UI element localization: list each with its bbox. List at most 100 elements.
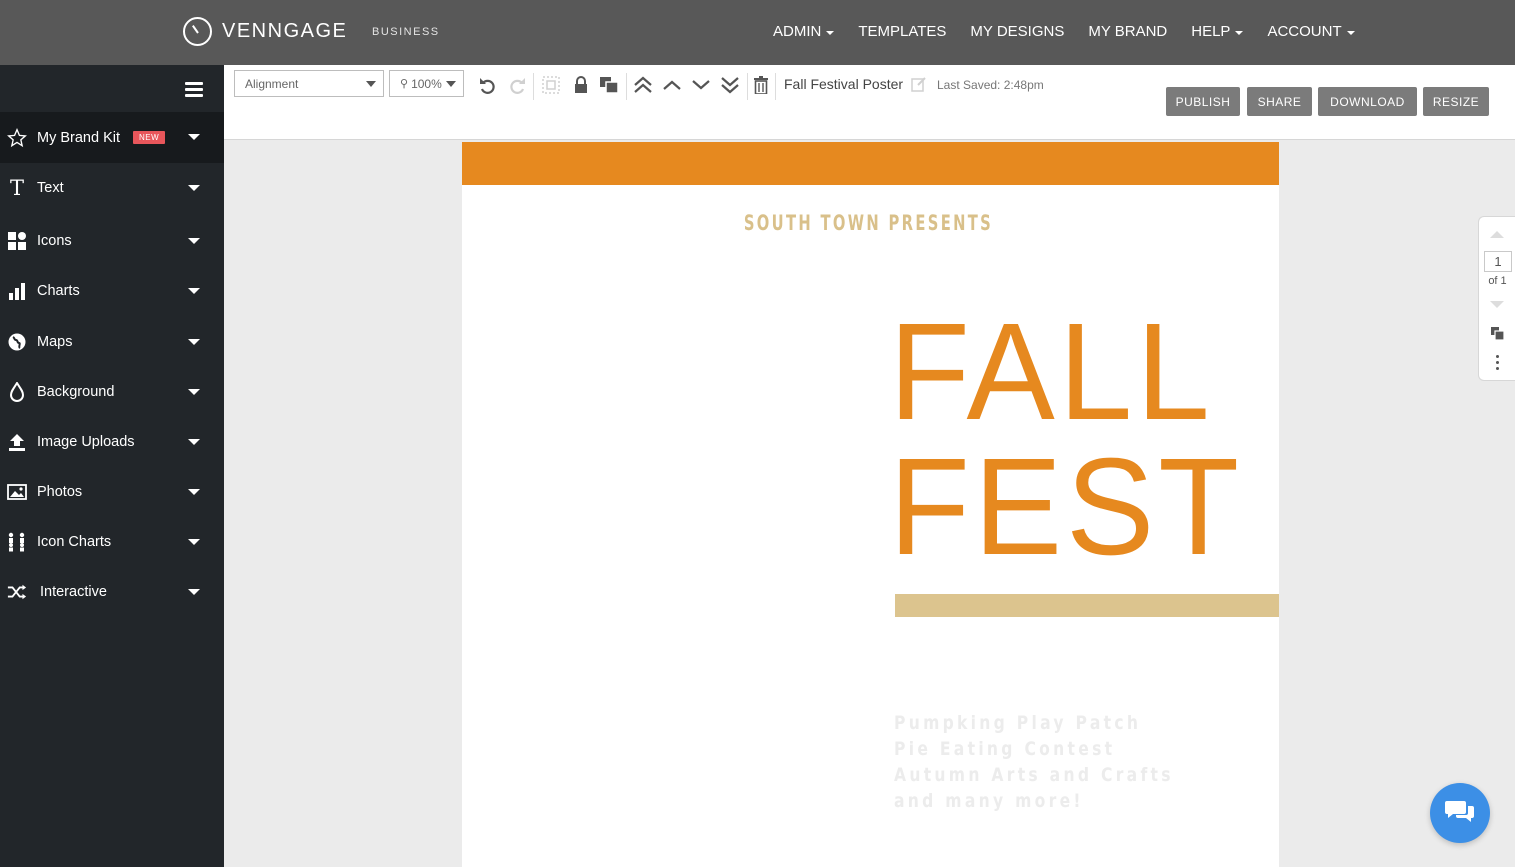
sidebar-item-label: My Brand Kit [37, 129, 120, 146]
event-item: Autumn Arts and Crafts [894, 764, 1174, 786]
lock-icon[interactable] [570, 74, 592, 96]
chevron-down-icon [1235, 30, 1244, 35]
chat-support-button[interactable] [1430, 783, 1490, 843]
last-saved-status: Last Saved: 2:48pm [937, 78, 1044, 92]
nav-help[interactable]: HELP [1191, 23, 1244, 40]
nav-templates[interactable]: TEMPLATES [858, 23, 946, 40]
shuffle-icon [7, 582, 27, 602]
page-total-label: of 1 [1488, 275, 1507, 287]
download-button[interactable]: DOWNLOAD [1318, 87, 1417, 116]
sidebar-item-background[interactable]: Background [0, 367, 224, 417]
page-up-icon[interactable] [1490, 231, 1504, 238]
publish-button[interactable]: PUBLISH [1166, 87, 1240, 116]
chevron-down-icon [188, 439, 200, 445]
nav-my-designs[interactable]: MY DESIGNS [970, 23, 1064, 40]
chevron-down-icon [188, 288, 200, 294]
poster-events-list[interactable]: Pumpking Play Patch Pie Eating Contest A… [894, 710, 1174, 814]
chevron-down-icon [826, 30, 835, 35]
chevron-down-icon [188, 238, 200, 244]
sidebar-item-icon-charts[interactable]: Icon Charts [0, 517, 224, 567]
droplet-icon [7, 382, 27, 402]
sidebar-item-label: Photos [37, 484, 83, 500]
edit-title-icon[interactable] [908, 73, 930, 95]
dropdown-arrow-icon [446, 81, 456, 87]
text-icon: T [9, 176, 24, 200]
magnifier-icon: ⚲ [400, 78, 409, 90]
poster-divider-bar[interactable] [895, 594, 1279, 617]
chevron-down-icon [188, 339, 200, 345]
nav-my-brand[interactable]: MY BRAND [1088, 23, 1167, 40]
sidebar-item-image-uploads[interactable]: Image Uploads [0, 417, 224, 467]
star-icon [7, 127, 27, 148]
sidebar-item-my-brand-kit[interactable]: My Brand Kit NEW [0, 112, 224, 163]
chevron-down-icon [188, 589, 200, 595]
sidebar-item-label: Charts [37, 283, 80, 299]
send-backward-icon[interactable] [690, 74, 712, 96]
page-down-icon[interactable] [1490, 301, 1504, 308]
more-options-icon[interactable] [1496, 355, 1499, 373]
event-item: Pie Eating Contest [894, 738, 1116, 760]
chevron-down-icon [1346, 30, 1355, 35]
resize-button[interactable]: RESIZE [1423, 87, 1489, 116]
bring-to-front-icon[interactable] [632, 74, 654, 96]
nav-admin[interactable]: ADMIN [773, 23, 835, 40]
sidebar-item-label: Background [37, 384, 115, 400]
editor-toolbar: Alignment ⚲ 100% Fall Festival Poster La… [224, 65, 1515, 140]
chevron-down-icon [188, 539, 200, 545]
chevron-down-icon [188, 489, 200, 495]
undo-icon[interactable] [477, 74, 499, 96]
sidebar-item-icons[interactable]: Icons [0, 216, 224, 266]
alignment-select[interactable]: Alignment [234, 70, 384, 97]
chat-bubbles-icon [1444, 798, 1476, 829]
document-title[interactable]: Fall Festival Poster [784, 76, 903, 92]
bar-chart-icon [7, 281, 27, 301]
sidebar-item-interactive[interactable]: Interactive [0, 567, 224, 617]
sidebar-item-label: Icon Charts [37, 534, 112, 550]
poster-title-line1[interactable]: FALL [889, 303, 1214, 441]
event-item: and many more! [894, 790, 1084, 812]
page-number-input[interactable]: 1 [1484, 251, 1512, 272]
redo-icon[interactable] [506, 74, 528, 96]
people-chart-icon [7, 532, 27, 552]
design-canvas[interactable]: SOUTH TOWN PRESENTS FALL FEST Pumpking P… [462, 142, 1279, 867]
sidebar-item-label: Icons [37, 233, 72, 249]
chevron-down-icon [188, 134, 200, 140]
chevron-down-icon [188, 389, 200, 395]
copy-page-icon[interactable] [1491, 327, 1505, 341]
sidebar-item-label: Text [37, 180, 64, 196]
page-navigator: 1 of 1 [1478, 216, 1515, 381]
chevron-down-icon [188, 185, 200, 191]
poster-top-bar[interactable] [462, 142, 1279, 185]
clock-logo-icon [183, 17, 212, 46]
plan-label: BUSINESS [372, 26, 440, 38]
dropdown-arrow-icon [366, 81, 376, 87]
sidebar-item-text[interactable]: T Text [0, 163, 224, 213]
zoom-select[interactable]: ⚲ 100% [389, 70, 464, 97]
send-to-back-icon[interactable] [719, 74, 741, 96]
sidebar-item-charts[interactable]: Charts [0, 266, 224, 316]
event-item: Pumpking Play Patch [894, 712, 1142, 734]
upload-icon [7, 432, 27, 452]
trash-icon[interactable] [750, 74, 772, 96]
hamburger-menu-icon[interactable] [185, 82, 203, 100]
brand-name: VENNGAGE [222, 20, 348, 42]
duplicate-icon[interactable] [598, 74, 620, 96]
sidebar-item-maps[interactable]: Maps [0, 317, 224, 367]
sidebar-item-photos[interactable]: Photos [0, 467, 224, 517]
share-button[interactable]: SHARE [1247, 87, 1312, 116]
image-icon [7, 482, 27, 502]
nav-account[interactable]: ACCOUNT [1267, 23, 1355, 40]
venngage-logo[interactable]: VENNGAGE [183, 17, 347, 46]
bring-forward-icon[interactable] [661, 74, 683, 96]
group-icon[interactable] [540, 74, 562, 96]
sidebar-item-label: Interactive [40, 584, 107, 600]
poster-title-line2[interactable]: FEST [889, 438, 1243, 576]
shapes-icon [7, 231, 27, 251]
sidebar: My Brand Kit NEW T Text Icons Charts Map… [0, 65, 224, 867]
sidebar-item-label: Maps [37, 334, 73, 350]
top-navbar: VENNGAGE BUSINESS ADMIN TEMPLATES MY DES… [0, 0, 1515, 65]
poster-presents-text[interactable]: SOUTH TOWN PRESENTS [551, 211, 1185, 235]
new-badge: NEW [133, 131, 166, 144]
globe-icon [7, 332, 27, 352]
main-nav: ADMIN TEMPLATES MY DESIGNS MY BRAND HELP… [773, 23, 1379, 40]
